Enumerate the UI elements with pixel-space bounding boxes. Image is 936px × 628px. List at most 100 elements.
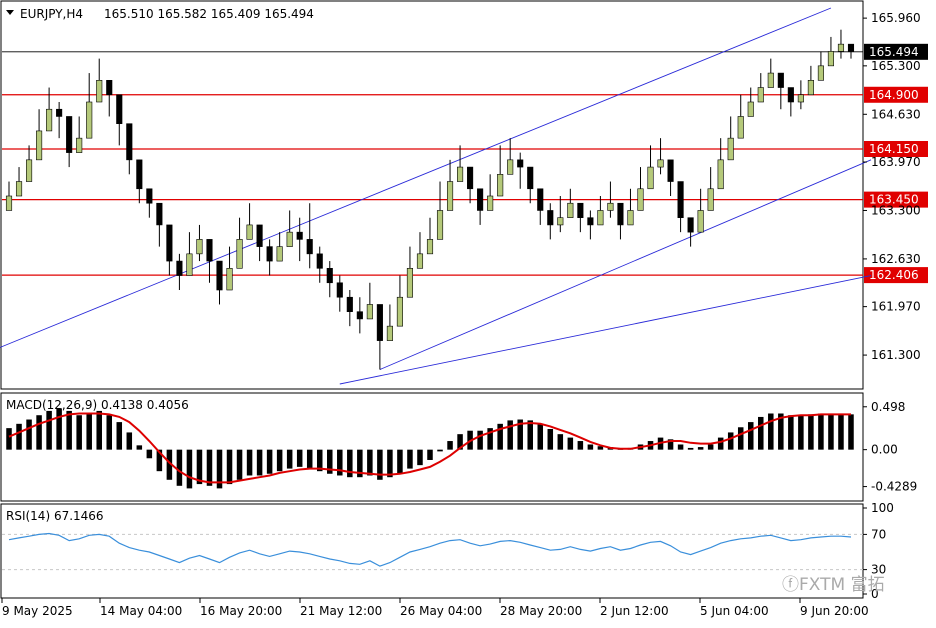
macd-bar [768, 413, 774, 450]
bull-candle [5, 195, 13, 211]
macd-bar [687, 447, 694, 450]
bull-candle [727, 137, 734, 161]
ohlc-label: 165.510 165.582 165.409 165.494 [104, 7, 314, 21]
price-axis-label: 163.300 [871, 203, 921, 217]
bear-candle [687, 217, 694, 233]
bull-candle [497, 174, 504, 197]
lower-channel-line [379, 159, 872, 370]
bull-candle [627, 210, 634, 226]
macd-bar [96, 410, 102, 450]
bear-candle [356, 311, 363, 320]
bull-candle [697, 210, 704, 233]
macd-bar [818, 413, 824, 450]
bull-candle [96, 80, 103, 103]
bull-candle [46, 108, 53, 132]
bull-candle [15, 181, 23, 197]
macd-signal-line [8, 412, 851, 484]
macd-bar [567, 437, 574, 450]
time-axis-label: 16 May 20:00 [200, 604, 282, 618]
macd-bar [136, 445, 143, 450]
macd-bar [547, 428, 554, 450]
macd-bar [306, 449, 313, 469]
bear-candle [547, 210, 554, 226]
bear-candle [667, 159, 674, 182]
macd-bar [296, 449, 303, 467]
collapse-triangle-icon[interactable] [6, 10, 14, 15]
bear-candle [517, 159, 524, 168]
bull-candle [436, 210, 444, 240]
macd-axis-label: 0.00 [871, 443, 898, 457]
level-price-label: 164.150 [869, 142, 919, 156]
macd-label: MACD(12,26,9) 0.4138 0.4056 [6, 398, 189, 412]
bull-candle [807, 80, 814, 96]
bull-candle [487, 195, 494, 211]
macd-bar [838, 413, 844, 450]
bear-candle [166, 224, 173, 262]
bull-candle [607, 202, 614, 211]
bull-candle [837, 43, 845, 52]
rsi-axis-label: 100 [871, 501, 894, 515]
macd-bar [367, 449, 373, 476]
macd-bar [707, 444, 714, 450]
bear-candle [136, 159, 143, 190]
bull-candle [647, 166, 654, 190]
channel-lines [0, 7, 872, 385]
bear-candle [296, 231, 303, 240]
time-axis: 9 May 2025 14 May 04:00 16 May 20:00 21 May… [1, 598, 869, 618]
bull-candle [597, 210, 604, 226]
macd-axis-label: -0.4289 [871, 480, 917, 494]
macd-bar [226, 449, 233, 485]
bear-candle [346, 296, 353, 312]
bear-candle [527, 166, 534, 190]
bull-candle [507, 159, 514, 175]
price-axis-label: 165.300 [871, 59, 921, 73]
bull-candle [707, 188, 714, 211]
bull-candle [246, 224, 253, 240]
rsi-axis-label: 70 [871, 527, 886, 541]
bull-candle [366, 304, 373, 320]
bull-candle [396, 296, 403, 327]
macd-bar [176, 449, 183, 486]
bear-candle [376, 304, 383, 341]
bear-candle [126, 123, 133, 161]
macd-bar [56, 408, 62, 450]
bull-candle [567, 202, 574, 218]
macd-bar [798, 415, 804, 450]
level-price-label: 164.900 [869, 88, 919, 102]
time-axis-label: 2 Jun 12:00 [600, 604, 669, 618]
chart-window: 164.900 164.150 163.450 162.406 165.494 165.… [0, 0, 936, 624]
fxtm-watermark: ⓕFXTM 富拓 [782, 575, 885, 595]
macd-bar [407, 449, 413, 469]
macd-bar [116, 422, 123, 450]
bull-candle [416, 253, 424, 269]
price-axis-label: 165.960 [871, 11, 921, 25]
bull-candle [36, 130, 43, 161]
macd-bar [417, 449, 423, 466]
bull-candle [386, 325, 393, 341]
bull-candle [226, 268, 233, 291]
bull-candle [446, 181, 454, 211]
macd-bar [46, 410, 52, 450]
time-axis-label: 26 May 04:00 [400, 604, 482, 618]
bear-candle [176, 260, 183, 276]
bear-candle [677, 181, 684, 218]
macd-bar [717, 437, 724, 450]
bear-candle [617, 202, 624, 226]
macd-bar [427, 449, 433, 460]
bull-candle [757, 87, 764, 103]
bear-candle [787, 87, 794, 103]
level-price-label: 162.406 [869, 268, 919, 282]
bull-candle [406, 268, 414, 298]
macd-bar [677, 444, 684, 450]
bear-candle [266, 246, 273, 262]
bear-candle [146, 188, 153, 204]
bear-candle [256, 224, 263, 247]
macd-bar [397, 449, 403, 474]
macd-axis-label: 0.498 [871, 400, 905, 414]
bull-candle [767, 72, 774, 88]
time-axis-label: 28 May 20:00 [500, 604, 582, 618]
bear-candle [336, 282, 343, 298]
macd-bar [76, 415, 82, 450]
time-axis-label: 9 Jun 20:00 [800, 604, 869, 618]
macd-bar [788, 415, 794, 450]
